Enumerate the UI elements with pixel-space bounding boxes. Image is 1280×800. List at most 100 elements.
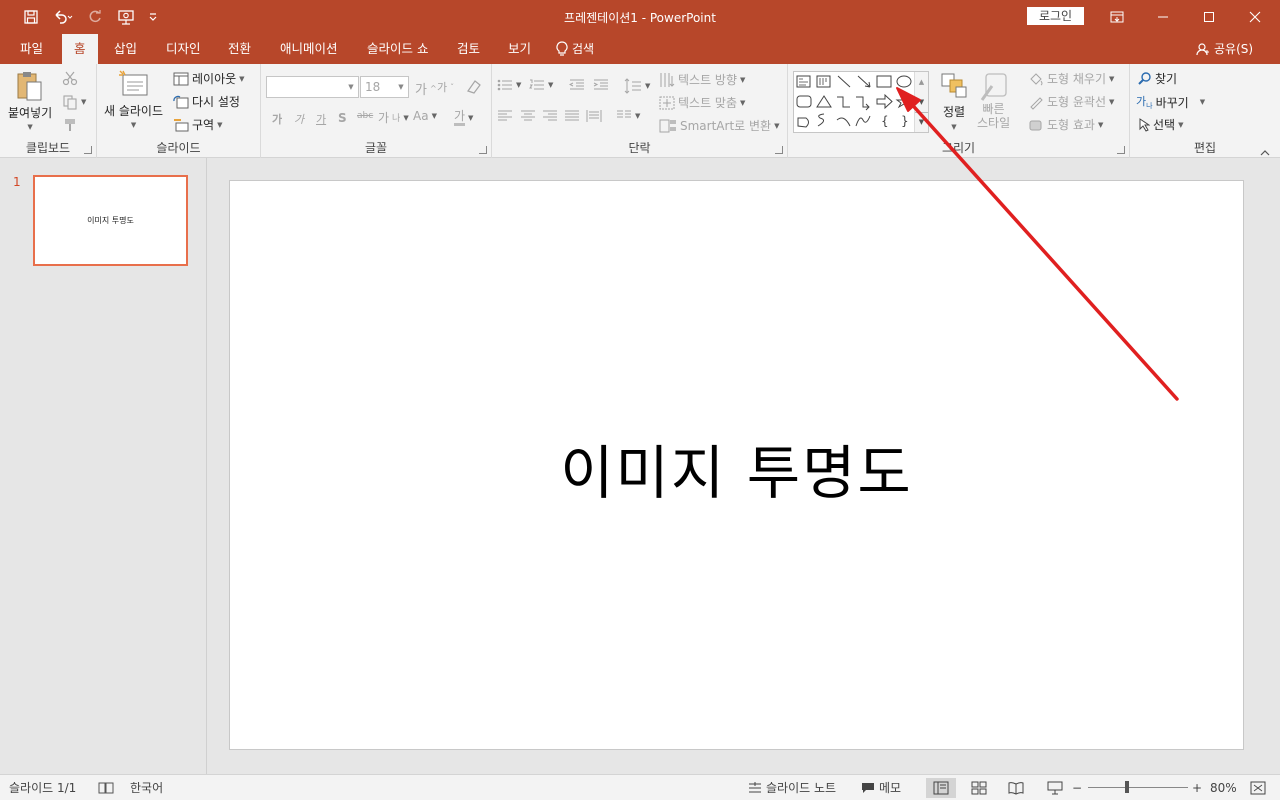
right-arrow-shape-icon[interactable] xyxy=(876,93,893,110)
minimize-icon[interactable] xyxy=(1140,0,1186,34)
columns-icon[interactable]: ▼ xyxy=(616,110,640,122)
underline-icon[interactable]: 가 xyxy=(316,111,326,127)
tab-animations[interactable]: 애니메이션 xyxy=(278,34,340,64)
paste-button[interactable]: 붙여넣기 ▼ xyxy=(8,70,52,131)
triangle-shape-icon[interactable] xyxy=(816,95,832,108)
gallery-scrollbar[interactable]: ▲ ▼ ▼ xyxy=(914,72,928,132)
notes-button[interactable]: 슬라이드 노트 xyxy=(748,775,836,800)
tab-design[interactable]: 디자인 xyxy=(164,34,203,64)
shape-effects-button[interactable]: 도형 효과 ▼ xyxy=(1028,116,1103,133)
tab-slideshow[interactable]: 슬라이드 쇼 xyxy=(365,34,430,64)
clear-formatting-icon[interactable] xyxy=(465,78,483,94)
line-spacing-icon[interactable]: ▼ xyxy=(624,78,650,94)
text-direction-button[interactable]: 텍스트 방향 ▼ xyxy=(659,71,745,88)
slide-title-text[interactable]: 이미지 투명도 xyxy=(230,426,1243,510)
reading-view-button[interactable] xyxy=(1001,778,1031,798)
close-icon[interactable] xyxy=(1232,0,1278,34)
zoom-level[interactable]: 80% xyxy=(1210,775,1237,800)
smartart-button[interactable]: SmartArt로 변환 ▼ xyxy=(659,117,779,134)
strikethrough-icon[interactable]: abc xyxy=(357,111,373,121)
align-text-button[interactable]: 텍스트 맞춤 ▼ xyxy=(659,94,745,111)
align-right-icon[interactable] xyxy=(542,110,558,122)
line-shape-icon[interactable] xyxy=(837,75,851,88)
zoom-out-icon[interactable]: − xyxy=(1072,775,1082,800)
clipboard-launcher-icon[interactable] xyxy=(84,146,92,154)
tab-insert[interactable]: 삽입 xyxy=(112,34,139,64)
slide-canvas[interactable]: 이미지 투명도 xyxy=(229,180,1244,750)
bullets-icon[interactable]: ▼ xyxy=(497,78,521,92)
numbering-icon[interactable]: ▼ xyxy=(529,78,553,92)
arc-shape-icon[interactable] xyxy=(836,117,851,127)
align-left-icon[interactable] xyxy=(497,110,513,122)
start-slideshow-icon[interactable] xyxy=(114,6,140,28)
scribble-shape-icon[interactable] xyxy=(817,113,825,127)
justify-icon[interactable] xyxy=(564,110,580,122)
slide-thumbnail[interactable]: 이미지 투명도 xyxy=(33,175,188,266)
shape-outline-button[interactable]: 도형 윤곽선 ▼ xyxy=(1028,93,1114,110)
maximize-icon[interactable] xyxy=(1186,0,1232,34)
shapes-gallery[interactable]: { } ▲ ▼ ▼ xyxy=(793,71,929,133)
paragraph-launcher-icon[interactable] xyxy=(775,146,783,154)
font-color-icon[interactable]: 가 ▼ xyxy=(454,109,473,126)
font-size-combo[interactable]: 18 ▼ xyxy=(360,76,409,98)
font-launcher-icon[interactable] xyxy=(479,146,487,154)
zoom-in-icon[interactable]: + xyxy=(1192,775,1202,800)
right-brace-shape-icon[interactable]: } xyxy=(901,114,909,128)
shrink-font-icon[interactable]: 가ˇ xyxy=(437,79,454,95)
cut-icon[interactable] xyxy=(62,70,78,86)
new-slide-button[interactable]: 새 슬라이드 ▼ xyxy=(104,70,163,129)
gallery-scroll-up-icon[interactable]: ▲ xyxy=(915,72,928,92)
select-button[interactable]: 선택 ▼ xyxy=(1138,116,1183,133)
elbow-arrow-connector-shape-icon[interactable] xyxy=(856,96,870,111)
gallery-more-icon[interactable]: ▼ xyxy=(915,112,928,132)
undo-icon[interactable] xyxy=(50,6,76,28)
save-icon[interactable] xyxy=(18,6,44,28)
comments-button[interactable]: 메모 xyxy=(861,775,901,800)
vertical-text-box-icon[interactable] xyxy=(816,75,831,88)
tab-file[interactable]: 파일 xyxy=(18,34,45,64)
slideshow-view-button[interactable] xyxy=(1040,778,1070,798)
drawing-launcher-icon[interactable] xyxy=(1117,146,1125,154)
replace-button[interactable]: 가나 바꾸기 ▼ xyxy=(1136,93,1205,111)
elbow-connector-shape-icon[interactable] xyxy=(837,96,850,108)
zoom-slider-thumb[interactable] xyxy=(1125,781,1129,793)
left-brace-shape-icon[interactable]: { xyxy=(881,114,889,128)
tell-me-search[interactable]: 검색 xyxy=(556,34,594,64)
character-spacing-icon[interactable]: 가 나 ▼ xyxy=(378,109,409,126)
tab-home[interactable]: 홈 xyxy=(62,34,98,64)
reset-button[interactable]: 다시 설정 xyxy=(173,93,240,110)
curve-shape-icon[interactable] xyxy=(855,115,871,127)
accessibility-icon[interactable] xyxy=(98,775,114,800)
arrange-button[interactable]: 정렬 ▼ xyxy=(940,72,968,131)
grow-font-icon[interactable]: 가 ^ xyxy=(415,79,437,98)
fit-to-window-icon[interactable] xyxy=(1250,775,1266,800)
zoom-slider[interactable] xyxy=(1088,787,1188,788)
slide-count[interactable]: 슬라이드 1/1 xyxy=(9,775,76,800)
star-shape-icon[interactable] xyxy=(895,94,913,109)
oval-shape-icon[interactable] xyxy=(896,75,912,88)
rectangle-shape-icon[interactable] xyxy=(876,75,892,88)
increase-indent-icon[interactable] xyxy=(593,78,609,92)
change-case-icon[interactable]: Aa ▼ xyxy=(413,109,437,123)
normal-view-button[interactable] xyxy=(926,778,956,798)
freeform-shape-icon[interactable] xyxy=(797,117,809,128)
text-box-icon[interactable] xyxy=(796,75,811,88)
decrease-indent-icon[interactable] xyxy=(569,78,585,92)
section-button[interactable]: 구역 ▼ xyxy=(173,116,222,133)
layout-button[interactable]: 레이아웃 ▼ xyxy=(173,70,245,87)
align-center-icon[interactable] xyxy=(520,110,536,122)
tab-review[interactable]: 검토 xyxy=(455,34,482,64)
redo-icon[interactable] xyxy=(82,6,108,28)
gallery-scroll-down-icon[interactable]: ▼ xyxy=(915,92,928,112)
text-shadow-icon[interactable]: S xyxy=(338,111,347,125)
slide-sorter-view-button[interactable] xyxy=(964,778,994,798)
login-button[interactable]: 로그인 xyxy=(1027,7,1084,25)
format-painter-icon[interactable] xyxy=(62,117,78,133)
distributed-icon[interactable] xyxy=(586,109,602,123)
collapse-ribbon-icon[interactable] xyxy=(1260,146,1270,156)
bold-icon[interactable]: 가 xyxy=(272,111,282,127)
customize-qat-icon[interactable] xyxy=(146,6,160,28)
quick-styles-button[interactable]: 빠른 스타일 xyxy=(977,72,1010,130)
ribbon-display-options-icon[interactable] xyxy=(1094,0,1140,34)
share-button[interactable]: 공유(S) xyxy=(1196,34,1253,64)
